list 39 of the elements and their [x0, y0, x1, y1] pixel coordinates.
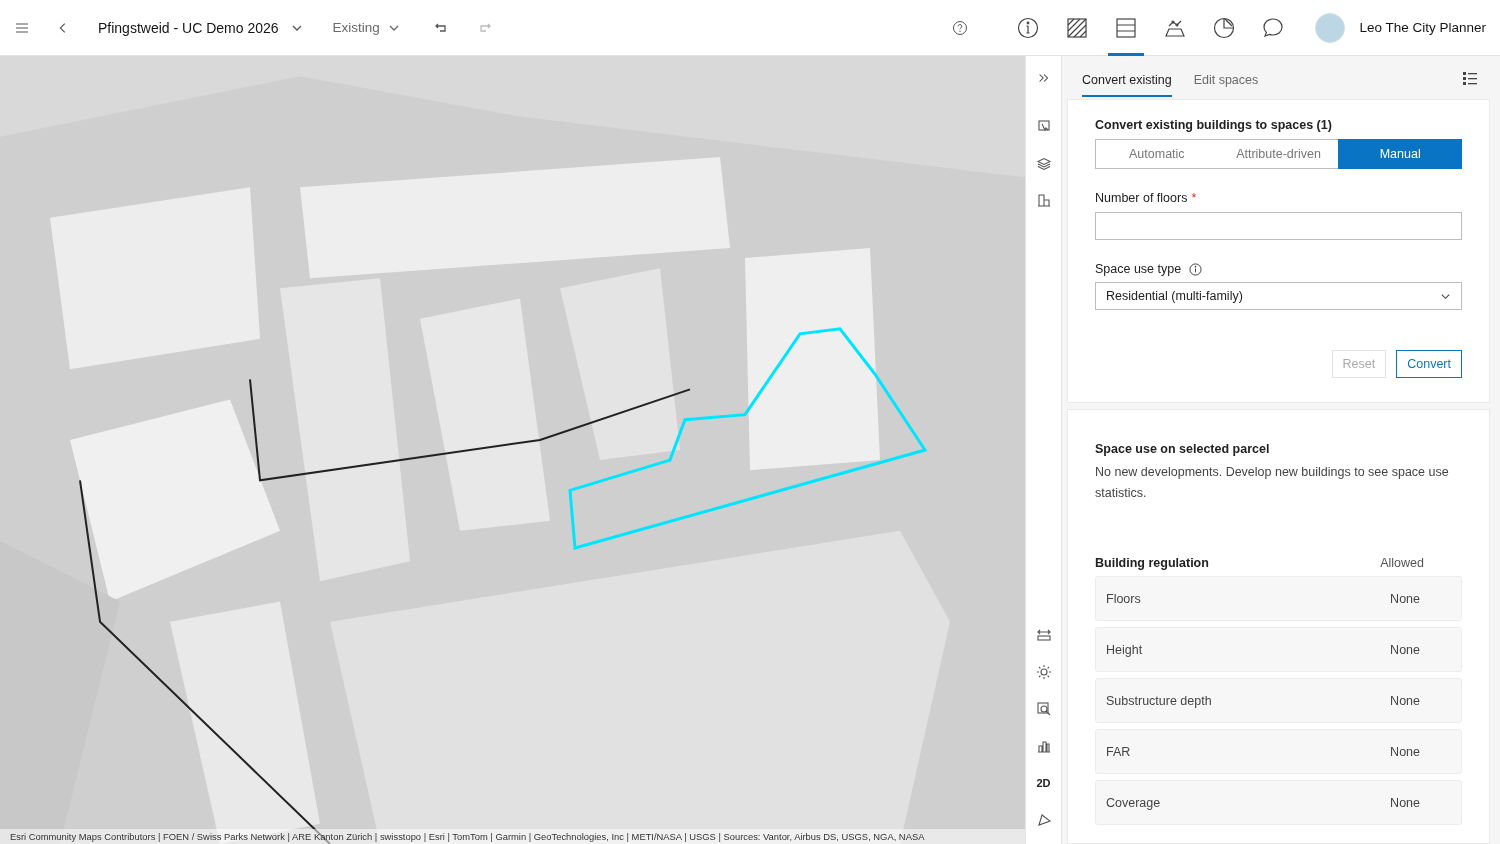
mode-option[interactable]: Automatic — [1096, 140, 1218, 168]
section-heading: Building regulation — [1095, 556, 1209, 570]
panel-tab[interactable]: Convert existing — [1082, 58, 1172, 97]
regulation-value: None — [1390, 744, 1420, 759]
panel-tab[interactable]: Edit spaces — [1193, 58, 1259, 97]
regulation-name: Substructure depth — [1106, 693, 1212, 708]
regulation-name: Floors — [1106, 591, 1141, 606]
field-label: Number of floors — [1095, 191, 1188, 205]
regulation-value: None — [1390, 693, 1420, 708]
view-mode-button[interactable]: 2D — [1029, 769, 1058, 797]
mode-option[interactable]: Attribute-driven — [1217, 140, 1340, 168]
field-label: Space use type — [1095, 262, 1182, 276]
regulation-value: None — [1390, 642, 1420, 657]
info-icon[interactable] — [1189, 262, 1203, 276]
info-icon — [1016, 15, 1041, 40]
chat-icon — [1261, 15, 1286, 40]
user-name[interactable]: Leo The City Planner — [1359, 20, 1486, 35]
section-heading: Space use on selected parcel — [1095, 442, 1271, 456]
regulation-value: None — [1390, 591, 1420, 606]
hatch-icon — [1065, 15, 1090, 40]
regulation-name: Coverage — [1106, 795, 1161, 810]
scenario-dropdown[interactable]: Existing — [332, 20, 400, 35]
required-mark: * — [1191, 191, 1197, 205]
convert-button[interactable]: Convert — [1396, 350, 1462, 378]
project-dropdown[interactable]: Pfingstweid - UC Demo 2026 — [98, 19, 303, 36]
help-icon[interactable] — [952, 19, 969, 36]
attribution-text: Esri Community Maps Contributors | FOEN / Swiss Parks Network | ARE Kanton Zürich | swisstopo | Esri | TomTom | Garmin | GeoTechnologies, Inc | METI/NASA | USGS | Sources: Vantor, Airbus DS, USGS, NGA, NASA — [0, 829, 1025, 844]
list-icon[interactable] — [1462, 69, 1478, 86]
mode-option[interactable]: Manual — [1339, 140, 1461, 168]
floors-input[interactable] — [1095, 212, 1462, 240]
pie-icon — [1212, 15, 1237, 40]
column-header: Allowed — [1380, 556, 1424, 570]
regulation-name: FAR — [1106, 744, 1131, 759]
section-heading: Convert existing buildings to spaces (1) — [1095, 118, 1333, 132]
regulation-name: Height — [1106, 642, 1143, 657]
empty-message: No new developments. Develop new buildings to see space use statistics. — [1095, 464, 1450, 502]
regulation-value: None — [1390, 795, 1420, 810]
space-use-dropdown[interactable]: Residential (multi-family) — [1095, 282, 1462, 310]
table-icon — [1114, 15, 1139, 40]
